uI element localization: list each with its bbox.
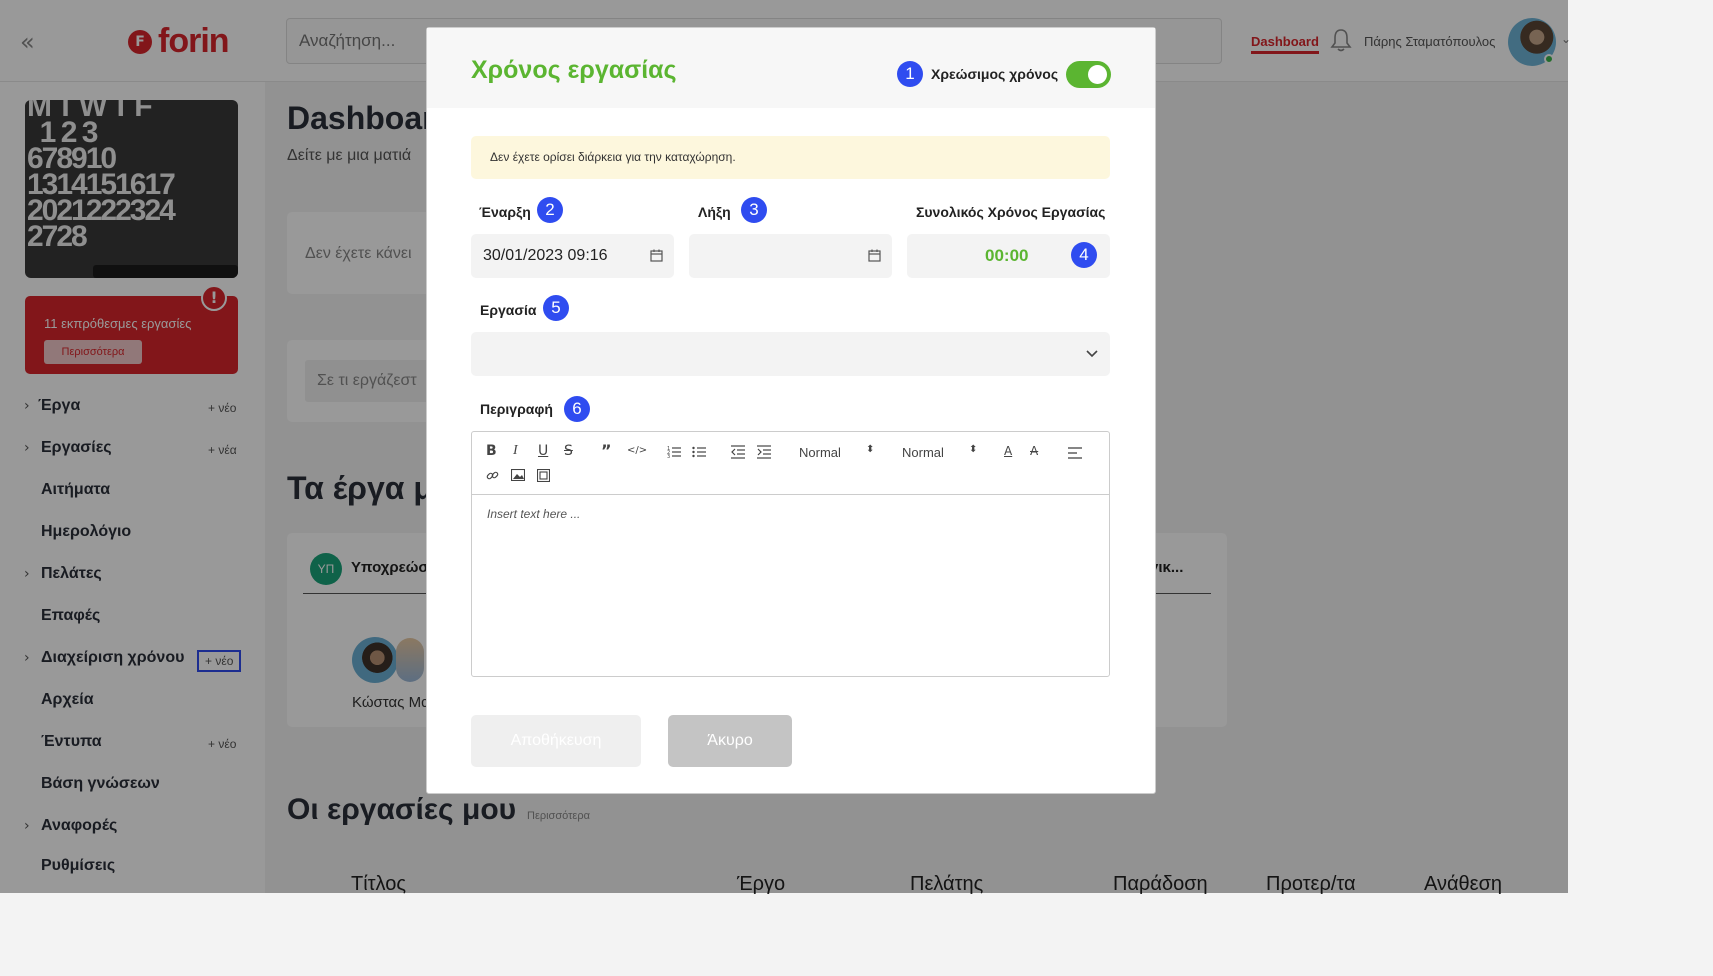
header-select[interactable]: Normal	[902, 445, 944, 460]
bullet-list-icon[interactable]	[692, 445, 706, 459]
description-label: Περιγραφή	[480, 401, 553, 417]
step-marker-1: 1	[897, 61, 923, 87]
select-arrows-icon[interactable]: ⬍	[866, 444, 874, 455]
align-icon[interactable]	[1068, 447, 1082, 459]
link-icon[interactable]	[486, 469, 499, 482]
text-color-icon[interactable]: A	[1004, 444, 1012, 458]
background-color-icon[interactable]: A	[1030, 444, 1038, 458]
start-label: Έναρξη	[479, 204, 531, 220]
image-icon[interactable]	[511, 469, 525, 481]
warning-text: Δεν έχετε ορίσει διάρκεια για την καταχώ…	[490, 150, 736, 164]
step-marker-2: 2	[537, 197, 563, 223]
blockquote-icon[interactable]: ”	[601, 441, 612, 460]
step-marker-4: 4	[1071, 242, 1097, 268]
video-icon[interactable]	[537, 469, 550, 482]
editor-placeholder[interactable]: Insert text here ...	[487, 507, 580, 521]
start-datetime-value: 30/01/2023 09:16	[483, 247, 608, 264]
calendar-icon[interactable]	[868, 249, 881, 262]
save-button[interactable]: Αποθήκευση	[471, 715, 641, 767]
size-select[interactable]: Normal	[799, 445, 841, 460]
toggle-knob	[1088, 65, 1107, 84]
outdent-icon[interactable]	[731, 445, 745, 459]
step-marker-6: 6	[564, 396, 590, 422]
cancel-button[interactable]: Άκυρο	[668, 715, 792, 767]
indent-icon[interactable]	[757, 445, 771, 459]
total-time-value: 00:00	[985, 246, 1029, 265]
italic-icon[interactable]: I	[513, 443, 518, 459]
strike-icon[interactable]: S	[564, 443, 573, 459]
divider	[472, 494, 1109, 495]
svg-text:3: 3	[667, 454, 670, 459]
select-arrows-icon[interactable]: ⬍	[969, 444, 977, 455]
modal-title: Χρόνος εργασίας	[471, 56, 677, 84]
end-datetime-field[interactable]	[689, 234, 892, 278]
code-icon[interactable]: </>	[627, 445, 647, 456]
description-editor	[471, 431, 1110, 677]
step-marker-3: 3	[741, 197, 767, 223]
underline-icon[interactable]: U	[538, 443, 548, 459]
bold-icon[interactable]: B	[486, 443, 497, 459]
task-select[interactable]	[471, 332, 1110, 376]
chevron-down-icon[interactable]	[1085, 349, 1099, 359]
calendar-icon[interactable]	[650, 249, 663, 262]
total-time-label: Συνολικός Χρόνος Εργασίας	[916, 204, 1106, 220]
billable-label: Χρεώσιμος χρόνος	[931, 66, 1059, 82]
end-label: Λήξη	[698, 204, 731, 220]
ordered-list-icon[interactable]: 123	[667, 445, 681, 459]
step-marker-5: 5	[543, 295, 569, 321]
task-label: Εργασία	[480, 302, 537, 318]
